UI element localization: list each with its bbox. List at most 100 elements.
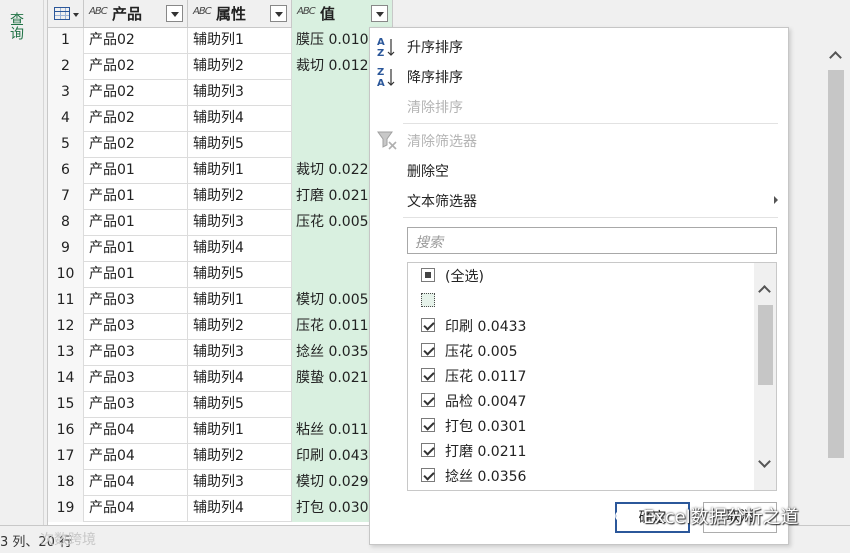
attribute-cell[interactable]: 辅助列4	[188, 106, 292, 132]
product-cell[interactable]: 产品02	[84, 106, 188, 132]
scroll-thumb[interactable]	[758, 305, 773, 385]
column-header-value[interactable]: ABC 值	[292, 0, 393, 28]
filter-value-item[interactable]: (全选)	[408, 263, 753, 288]
table-row[interactable]: 17 产品04 辅助列2 印刷 0.0433	[48, 444, 393, 470]
attribute-cell[interactable]: 辅助列4	[188, 366, 292, 392]
product-cell[interactable]: 产品04	[84, 496, 188, 522]
attribute-cell[interactable]: 辅助列3	[188, 470, 292, 496]
table-row[interactable]: 4 产品02 辅助列4	[48, 106, 393, 132]
attribute-cell[interactable]: 辅助列1	[188, 288, 292, 314]
clear-filter-item[interactable]: 清除筛选器	[370, 126, 790, 154]
product-cell[interactable]: 产品02	[84, 132, 188, 158]
product-cell[interactable]: 产品04	[84, 444, 188, 470]
attribute-cell[interactable]: 辅助列5	[188, 262, 292, 288]
attribute-cell[interactable]: 辅助列3	[188, 340, 292, 366]
scroll-down-icon[interactable]	[757, 455, 773, 473]
attribute-cell[interactable]: 辅助列2	[188, 54, 292, 80]
product-cell[interactable]: 产品02	[84, 54, 188, 80]
product-cell[interactable]: 产品03	[84, 366, 188, 392]
scroll-up-icon[interactable]	[757, 281, 773, 298]
attribute-cell[interactable]: 辅助列3	[188, 80, 292, 106]
text-type-icon[interactable]: ABC	[193, 6, 212, 17]
text-type-icon[interactable]: ABC	[297, 6, 316, 17]
text-filters-item[interactable]: 文本筛选器	[370, 186, 790, 214]
table-row[interactable]: 18 产品04 辅助列3 模切 0.0299	[48, 470, 393, 496]
product-cell[interactable]: 产品01	[84, 236, 188, 262]
table-row[interactable]: 19 产品04 辅助列4 打包 0.0301	[48, 496, 393, 522]
sort-descending-item[interactable]: ZA 降序排序	[370, 62, 790, 90]
table-row[interactable]: 11 产品03 辅助列1 模切 0.005	[48, 288, 393, 314]
table-row[interactable]: 13 产品03 辅助列3 捻丝 0.0356	[48, 340, 393, 366]
product-cell[interactable]: 产品03	[84, 340, 188, 366]
table-row[interactable]: 16 产品04 辅助列1 粘丝 0.0111	[48, 418, 393, 444]
attribute-cell[interactable]: 辅助列1	[188, 158, 292, 184]
table-row[interactable]: 6 产品01 辅助列1 裁切 0.0226	[48, 158, 393, 184]
checkbox[interactable]	[421, 343, 435, 357]
attribute-cell[interactable]: 辅助列2	[188, 184, 292, 210]
attribute-cell[interactable]: 辅助列5	[188, 132, 292, 158]
filter-search-input[interactable]: 搜索	[407, 227, 777, 254]
filter-value-item[interactable]	[408, 288, 753, 313]
checkbox[interactable]	[421, 418, 435, 432]
table-row[interactable]: 9 产品01 辅助列4	[48, 236, 393, 262]
filter-list-scrollbar[interactable]	[754, 263, 776, 490]
product-cell[interactable]: 产品02	[84, 28, 188, 54]
product-cell[interactable]: 产品02	[84, 80, 188, 106]
queries-pane-label[interactable]: 查询	[8, 12, 24, 40]
filter-value-item[interactable]: 品检 0.0047	[408, 388, 753, 413]
text-type-icon[interactable]: ABC	[89, 6, 108, 17]
checkbox[interactable]	[421, 318, 435, 332]
filter-value-item[interactable]: 打包 0.0301	[408, 413, 753, 438]
table-row[interactable]: 10 产品01 辅助列5	[48, 262, 393, 288]
column-header-product[interactable]: ABC 产品	[84, 0, 188, 28]
product-cell[interactable]: 产品03	[84, 314, 188, 340]
product-cell[interactable]: 产品01	[84, 262, 188, 288]
filter-value-item[interactable]: 压花 0.0117	[408, 363, 753, 388]
filter-value-item[interactable]: 压花 0.005	[408, 338, 753, 363]
filter-value-item[interactable]: 印刷 0.0433	[408, 313, 753, 338]
product-cell[interactable]: 产品04	[84, 470, 188, 496]
table-row[interactable]: 5 产品02 辅助列5	[48, 132, 393, 158]
checkbox[interactable]	[421, 468, 435, 482]
table-row[interactable]: 1 产品02 辅助列1 膜压 0.0108	[48, 28, 393, 54]
table-row[interactable]: 2 产品02 辅助列2 裁切 0.0124	[48, 54, 393, 80]
product-cell[interactable]: 产品01	[84, 158, 188, 184]
checkbox[interactable]	[421, 393, 435, 407]
filter-value-item[interactable]: 捻丝 0.0356	[408, 463, 753, 488]
scroll-thumb[interactable]	[828, 70, 844, 458]
remove-empty-item[interactable]: 删除空	[370, 156, 790, 184]
checkbox[interactable]	[421, 443, 435, 457]
product-cell[interactable]: 产品01	[84, 210, 188, 236]
table-row[interactable]: 12 产品03 辅助列2 压花 0.0117	[48, 314, 393, 340]
table-row[interactable]: 3 产品02 辅助列3	[48, 80, 393, 106]
clear-sort-item[interactable]: 清除排序	[370, 92, 790, 120]
product-cell[interactable]: 产品04	[84, 418, 188, 444]
filter-value-list[interactable]: (全选) 印刷 0.0433 压花 0.005 压花 0.0117 品检 0.0047 打…	[407, 262, 777, 491]
attribute-cell[interactable]: 辅助列4	[188, 236, 292, 262]
product-cell[interactable]: 产品03	[84, 288, 188, 314]
column-header-attribute[interactable]: ABC 属性	[188, 0, 292, 28]
attribute-cell[interactable]: 辅助列1	[188, 28, 292, 54]
checkbox[interactable]	[421, 268, 435, 282]
product-cell[interactable]: 产品01	[84, 184, 188, 210]
attribute-cell[interactable]: 辅助列1	[188, 418, 292, 444]
attribute-cell[interactable]: 辅助列2	[188, 314, 292, 340]
table-row[interactable]: 14 产品03 辅助列4 膜蛰 0.021	[48, 366, 393, 392]
product-cell[interactable]: 产品03	[84, 392, 188, 418]
table-row[interactable]: 15 产品03 辅助列5	[48, 392, 393, 418]
attribute-cell[interactable]: 辅助列3	[188, 210, 292, 236]
attribute-cell[interactable]: 辅助列4	[188, 496, 292, 522]
attribute-cell[interactable]: 辅助列5	[188, 392, 292, 418]
scroll-up-icon[interactable]	[828, 48, 844, 64]
filter-value-item[interactable]: 打磨 0.0211	[408, 438, 753, 463]
column-filter-button[interactable]	[270, 5, 287, 22]
sort-ascending-item[interactable]: AZ 升序排序	[370, 32, 790, 60]
column-filter-button[interactable]	[166, 5, 183, 22]
checkbox[interactable]	[421, 293, 435, 307]
table-menu-button[interactable]	[48, 0, 84, 28]
checkbox[interactable]	[421, 368, 435, 382]
attribute-cell[interactable]: 辅助列2	[188, 444, 292, 470]
table-row[interactable]: 8 产品01 辅助列3 压花 0.005	[48, 210, 393, 236]
column-filter-button[interactable]	[371, 5, 388, 22]
queries-pane[interactable]: 查询	[0, 0, 44, 525]
